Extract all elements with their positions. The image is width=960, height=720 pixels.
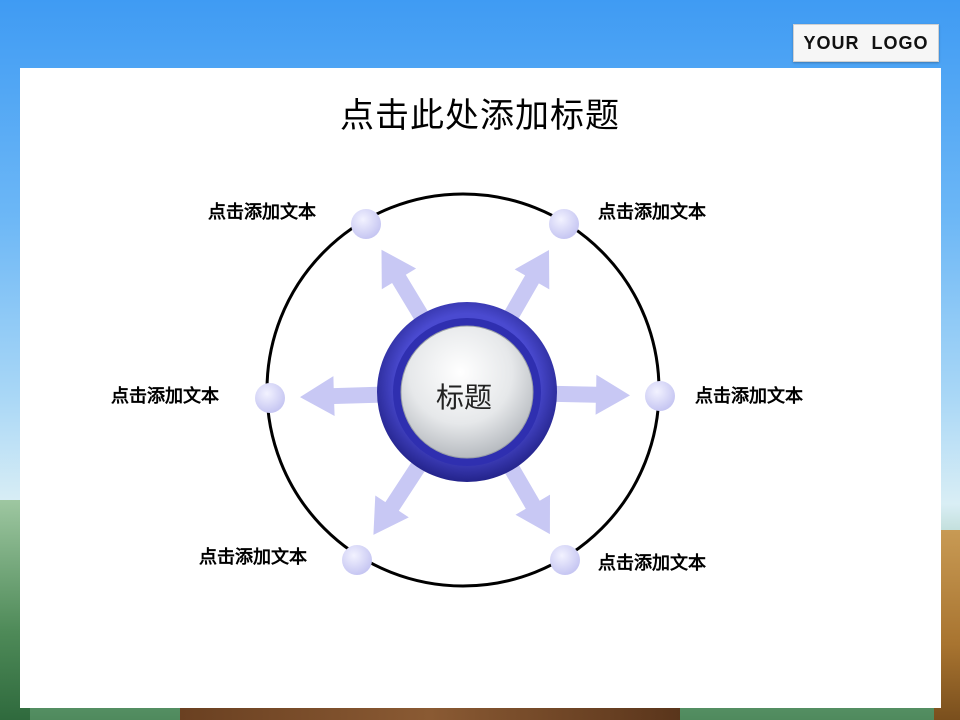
node-label-right[interactable]: 点击添加文本	[695, 382, 803, 408]
node-left[interactable]	[255, 383, 285, 413]
node-right[interactable]	[645, 381, 675, 411]
node-bottom-left[interactable]	[342, 545, 372, 575]
arrow-right	[544, 374, 630, 415]
node-label-top-right[interactable]: 点击添加文本	[598, 198, 706, 224]
arrow-left	[300, 376, 390, 416]
node-label-bottom-left[interactable]: 点击添加文本	[199, 543, 307, 569]
center-label[interactable]: 标题	[436, 376, 492, 416]
node-top-right[interactable]	[549, 209, 579, 239]
node-label-bottom-right[interactable]: 点击添加文本	[598, 549, 706, 575]
node-label-left[interactable]: 点击添加文本	[111, 382, 219, 408]
node-top-left[interactable]	[351, 209, 381, 239]
radial-diagram	[255, 192, 675, 588]
node-bottom-right[interactable]	[550, 545, 580, 575]
node-label-top-left[interactable]: 点击添加文本	[208, 198, 316, 224]
